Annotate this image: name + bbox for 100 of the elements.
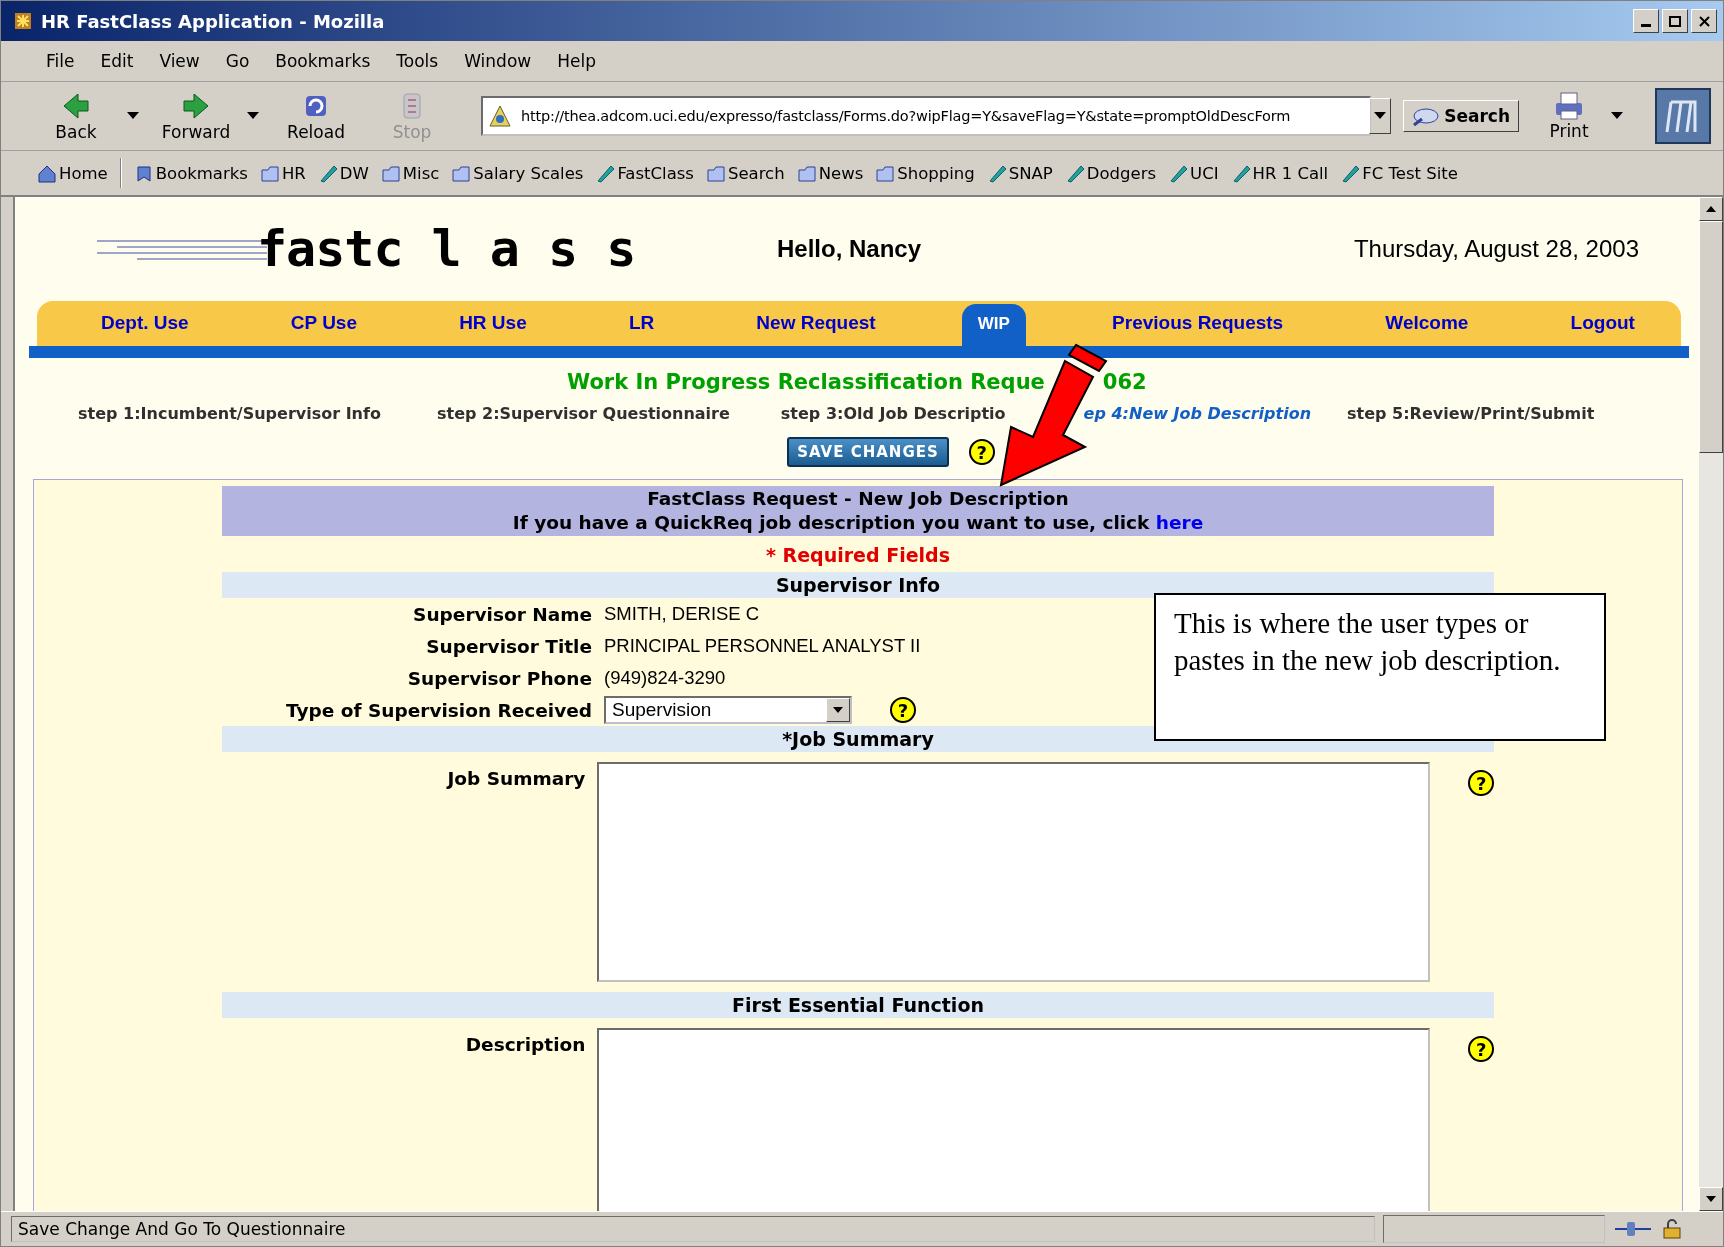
- scrollbar-thumb[interactable]: [1699, 221, 1723, 453]
- print-button[interactable]: Print: [1539, 89, 1599, 143]
- bookmark-item[interactable]: HR 1 Call: [1230, 163, 1329, 183]
- padlock-icon: [1661, 1218, 1683, 1240]
- maximize-icon: [1669, 15, 1681, 27]
- window-title: HR FastClass Application - Mozilla: [41, 10, 386, 32]
- bookmark-item[interactable]: UCI: [1168, 163, 1219, 183]
- bookmark-item[interactable]: Home: [37, 163, 108, 183]
- field-label: Supervisor Phone: [406, 667, 592, 689]
- menu-item[interactable]: View: [146, 51, 213, 71]
- help-icon[interactable]: ?: [890, 697, 916, 723]
- toolbar-button[interactable]: Back: [31, 88, 121, 144]
- link-icon: [1064, 163, 1085, 183]
- field-label: Type of Supervision Received: [285, 699, 592, 721]
- nav-tab[interactable]: Logout: [1554, 302, 1651, 346]
- status-text: Save Change And Go To Questionnaire: [11, 1216, 1375, 1242]
- field-label: Description: [464, 1033, 586, 1055]
- folder-icon: [875, 163, 896, 183]
- field-value: SMITH, DERISE C: [604, 603, 760, 625]
- menu-item[interactable]: Help: [544, 51, 609, 71]
- dropdown-arrow-icon: [247, 112, 259, 120]
- bookmark-item[interactable]: Shopping: [875, 163, 975, 183]
- nav-tab[interactable]: CP Use: [274, 302, 373, 346]
- menu-item[interactable]: Window: [451, 51, 545, 71]
- link-icon: [1340, 163, 1361, 183]
- bookmark-item[interactable]: FastClass: [595, 163, 694, 183]
- app-icon: [13, 11, 33, 31]
- page-title: Work In Progress Reclassification Reque: [567, 370, 1045, 394]
- menu-item[interactable]: File: [33, 51, 88, 71]
- close-button[interactable]: [1691, 9, 1717, 33]
- help-icon[interactable]: ?: [1468, 770, 1494, 796]
- dropdown-arrow-icon: [1611, 112, 1623, 120]
- help-icon[interactable]: ?: [968, 439, 995, 465]
- here-link[interactable]: here: [1155, 512, 1204, 533]
- bookmark-item[interactable]: FC Test Site: [1340, 163, 1458, 183]
- dropdown-arrow-icon: [127, 112, 139, 120]
- field-value: PRINCIPAL PERSONNEL ANALYST II: [604, 635, 921, 657]
- close-icon: [1698, 15, 1710, 27]
- folder-icon: [380, 163, 401, 183]
- connection-icon: [1613, 1219, 1653, 1239]
- form-title: FastClass Request - New Job Description: [646, 487, 1070, 511]
- address-field[interactable]: http://thea.adcom.uci.edu/expresso/fastclass/Forms.do?wipFlag=Y&saveFlag=Y&state=promptOldDescForm: [481, 96, 1372, 136]
- page-title: 062: [1102, 370, 1147, 394]
- maximize-button[interactable]: [1662, 9, 1688, 33]
- supervision-dropdown[interactable]: Supervision: [604, 696, 852, 724]
- bookmark-item[interactable]: DW: [317, 163, 369, 183]
- field-label: Supervisor Name: [412, 603, 592, 625]
- address-field[interactable]: http://thea.adcom.uci.edu/expresso/fastclass/Forms.do?wipFlag=Y&saveFlag=Y&state=promptOldDescForm: [519, 107, 1366, 125]
- bookmark-item[interactable]: Salary Scales: [451, 163, 584, 183]
- save-changes-button[interactable]: SAVE CHANGES: [787, 437, 949, 467]
- link-icon: [317, 163, 338, 183]
- folder-icon: [796, 163, 817, 183]
- toolbar-button[interactable]: Reload: [271, 88, 361, 144]
- scrollbar[interactable]: [1699, 197, 1723, 1211]
- nav-tab[interactable]: Previous Requests: [1096, 302, 1300, 346]
- bookmark-item[interactable]: HR: [259, 163, 306, 183]
- nav-tab[interactable]: Dept. Use: [85, 302, 205, 346]
- menu-item[interactable]: Edit: [87, 51, 147, 71]
- greeting: Hello, Nancy: [777, 235, 923, 263]
- browser-logo-icon: [1655, 88, 1711, 144]
- link-icon: [1168, 163, 1189, 183]
- minimize-icon: [1641, 23, 1651, 27]
- step-link[interactable]: step 1:Incumbent/Supervisor Info: [78, 404, 381, 423]
- link-icon: [1230, 163, 1251, 183]
- step-link[interactable]: step 2:Supervisor Questionnaire: [436, 404, 730, 423]
- required-note: * Required Fields: [765, 543, 951, 568]
- help-icon[interactable]: ?: [1468, 1036, 1494, 1062]
- bookmark-item[interactable]: Search: [705, 163, 785, 183]
- field-label: Job Summary: [445, 767, 586, 789]
- link-icon: [986, 163, 1007, 183]
- bookmark-item[interactable]: News: [796, 163, 864, 183]
- bookmark-item[interactable]: Misc: [380, 163, 440, 183]
- logo: fastc l a s s: [257, 220, 636, 278]
- scroll-up-icon: [1706, 206, 1716, 212]
- step-link[interactable]: step 5:Review/Print/Submit: [1347, 404, 1595, 423]
- link-icon: [595, 163, 616, 183]
- menu-item[interactable]: Tools: [383, 51, 452, 71]
- menu-item[interactable]: Bookmarks: [262, 51, 384, 71]
- nav-tab[interactable]: WIP: [961, 304, 1026, 346]
- bookmark-item[interactable]: Dodgers: [1064, 163, 1157, 183]
- step-link[interactable]: step 3:Old Job Descriptio: [780, 404, 1006, 423]
- step-link[interactable]: ep 4:New Job Description: [1083, 404, 1312, 423]
- nav-tab[interactable]: LR: [612, 302, 671, 346]
- section-header: Supervisor Info: [775, 574, 941, 596]
- bookmark-item[interactable]: SNAP: [986, 163, 1053, 183]
- menu-item[interactable]: Go: [212, 51, 263, 71]
- description-field[interactable]: [597, 1028, 1431, 1211]
- callout: This is where the user types or pastes in the new job description.: [1154, 593, 1606, 741]
- job-summary-field[interactable]: [597, 762, 1431, 982]
- minimize-button[interactable]: [1633, 9, 1659, 33]
- dropdown-button[interactable]: [1369, 98, 1392, 134]
- nav-tab[interactable]: HR Use: [443, 302, 543, 346]
- caret-icon: [833, 707, 843, 713]
- toolbar-button[interactable]: Forward: [151, 88, 241, 144]
- bookmark-item[interactable]: Bookmarks: [133, 163, 248, 183]
- nav-tab[interactable]: Welcome: [1369, 302, 1485, 346]
- search-button[interactable]: Search: [1403, 100, 1519, 132]
- field-label: Supervisor Title: [425, 635, 592, 657]
- page-icon: [487, 103, 513, 129]
- nav-tab[interactable]: New Request: [740, 302, 892, 346]
